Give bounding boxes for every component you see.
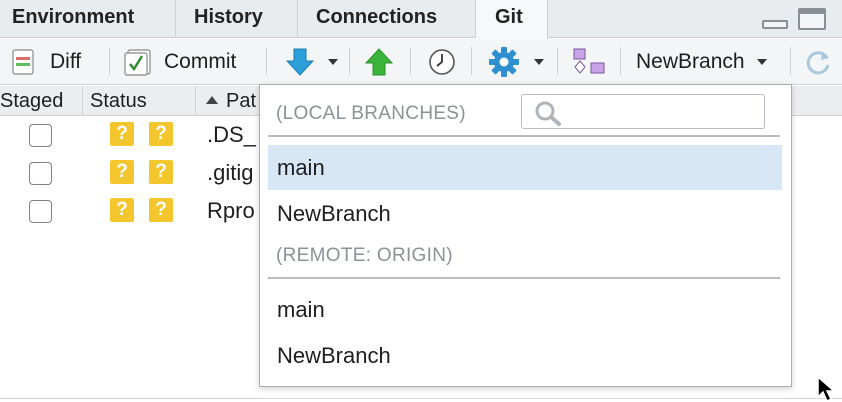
refresh-icon [806, 51, 830, 75]
diff-button[interactable]: Diff [12, 39, 81, 85]
commit-button[interactable]: Commit [124, 39, 236, 85]
remote-branch-main[interactable]: main [268, 287, 782, 332]
staged-checkbox[interactable] [29, 124, 52, 147]
toolbar-separator [620, 47, 621, 75]
new-branch-button[interactable] [572, 39, 606, 85]
local-branch-main[interactable]: main [268, 145, 782, 190]
local-branches-header: (LOCAL BRANCHES) [276, 103, 466, 124]
remote-branch-newbranch[interactable]: NewBranch [268, 333, 782, 378]
refresh-button[interactable] [803, 39, 833, 85]
column-divider [82, 86, 83, 116]
push-button[interactable] [365, 39, 393, 85]
status-badge: ? [149, 198, 173, 222]
diff-icon [12, 49, 34, 75]
branch-diagram-icon [573, 48, 605, 74]
status-badge: ? [110, 198, 134, 222]
git-toolbar: Diff Commit NewBranch [0, 39, 842, 85]
pane-bottom-border [0, 398, 842, 399]
toolbar-separator [266, 47, 267, 75]
pull-caret-icon[interactable] [328, 59, 338, 65]
staged-checkbox[interactable] [29, 162, 52, 185]
sort-ascending-icon [206, 95, 218, 104]
pull-arrow-icon [286, 48, 314, 76]
staged-checkbox[interactable] [29, 200, 52, 223]
search-icon [535, 101, 561, 126]
toolbar-separator [557, 47, 558, 75]
pull-button[interactable] [286, 39, 338, 85]
tab-history[interactable]: History [176, 0, 298, 38]
column-header-staged[interactable]: Staged [0, 86, 63, 116]
diff-label: Diff [50, 50, 82, 73]
branch-search-input[interactable] [521, 94, 765, 129]
tab-connections[interactable]: Connections [298, 0, 476, 38]
divider [268, 277, 780, 279]
branch-caret-icon [756, 59, 767, 65]
branch-dropdown: (LOCAL BRANCHES) main NewBranch (REMOTE:… [259, 84, 792, 387]
toolbar-separator [410, 47, 411, 75]
toolbar-separator [790, 47, 791, 75]
history-button[interactable] [428, 39, 456, 85]
file-path: Rpro [207, 198, 255, 223]
toolbar-separator [471, 47, 472, 75]
minimize-pane-icon[interactable] [762, 20, 788, 29]
clock-icon [429, 49, 455, 75]
mouse-cursor-icon [817, 376, 836, 402]
divider [268, 135, 780, 137]
file-path: .DS_ [207, 122, 256, 147]
column-header-path-label: Pat [226, 90, 257, 112]
column-header-status[interactable]: Status [90, 86, 147, 116]
column-header-path[interactable]: Pat [206, 86, 256, 116]
pane-tab-bar: Environment History Connections Git [0, 0, 842, 39]
more-options-caret-icon[interactable] [534, 59, 544, 65]
toolbar-separator [109, 47, 110, 75]
push-arrow-icon [365, 48, 393, 76]
remote-branches-header: (REMOTE: ORIGIN) [276, 245, 453, 266]
status-badge: ? [110, 122, 134, 146]
commit-checkbox-icon [124, 49, 151, 76]
file-path: .gitig [207, 160, 254, 185]
column-divider [195, 86, 196, 116]
status-badge: ? [110, 160, 134, 184]
gear-icon [489, 47, 519, 77]
more-options-button[interactable] [488, 39, 544, 85]
maximize-pane-icon[interactable] [798, 8, 826, 30]
tab-environment[interactable]: Environment [0, 0, 176, 38]
current-branch-label: NewBranch [636, 50, 745, 73]
branch-selector[interactable]: NewBranch [636, 39, 767, 85]
commit-label: Commit [164, 50, 237, 73]
status-badge: ? [149, 160, 173, 184]
status-badge: ? [149, 122, 173, 146]
tab-git[interactable]: Git [476, 0, 548, 39]
toolbar-separator [349, 47, 350, 75]
local-branch-newbranch[interactable]: NewBranch [268, 191, 782, 236]
